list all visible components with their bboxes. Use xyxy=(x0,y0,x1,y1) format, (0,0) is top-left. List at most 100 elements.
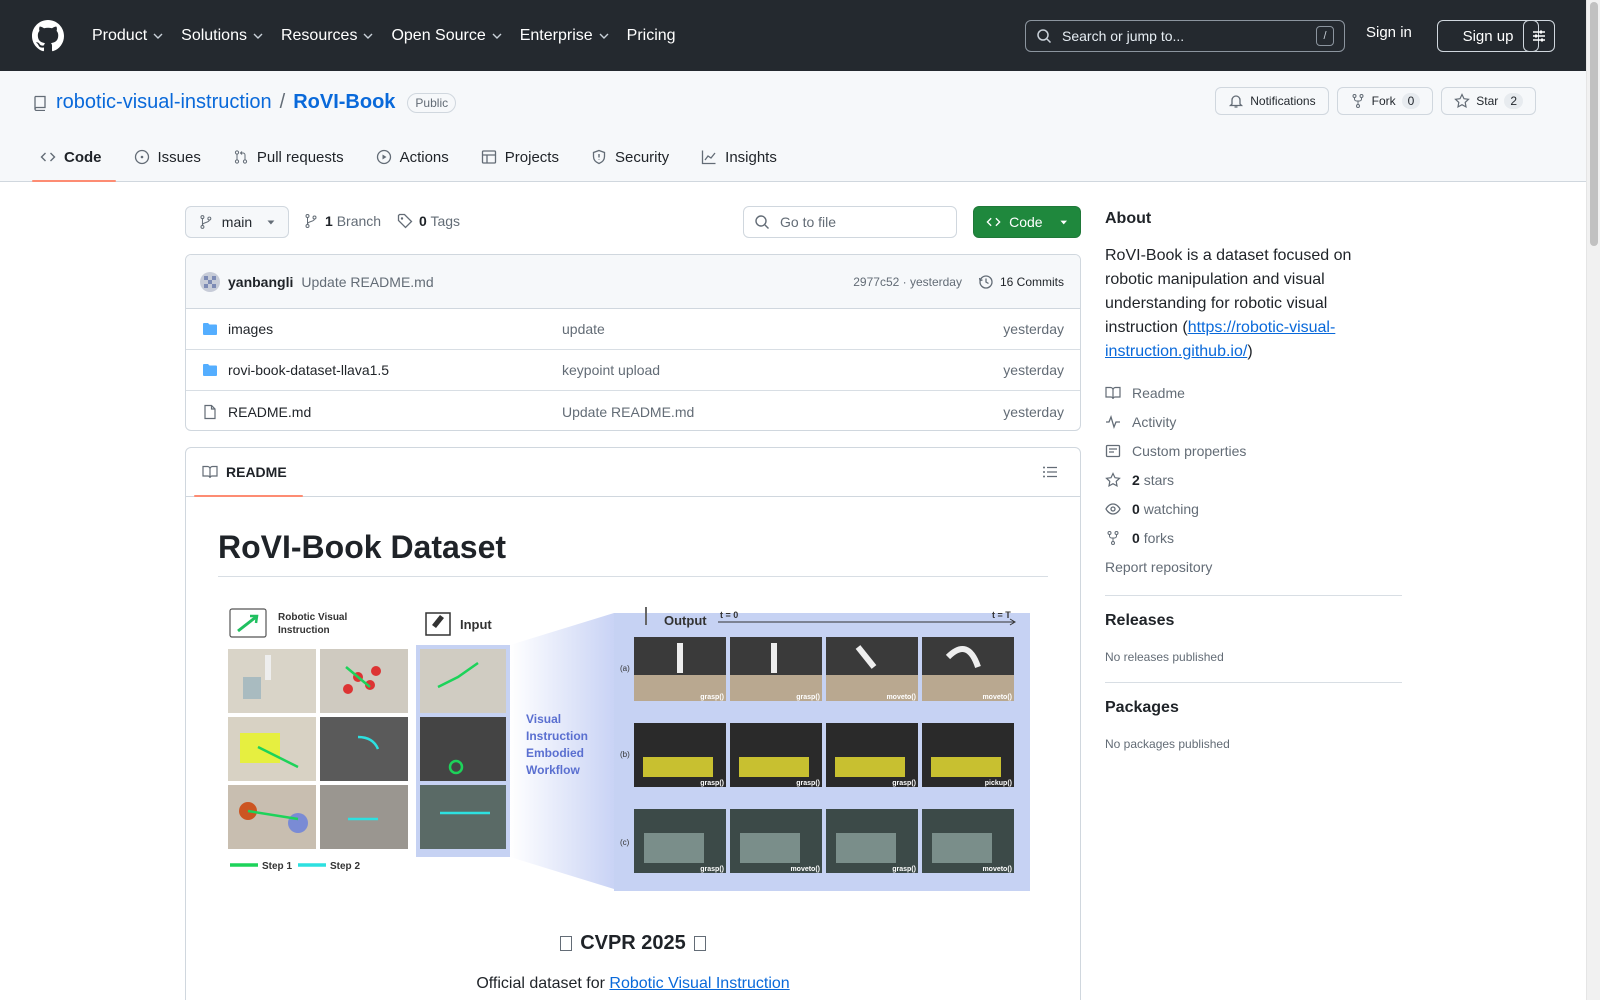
repo-name-link[interactable]: RoVI-Book xyxy=(293,91,395,114)
nav-open-source-label: Open Source xyxy=(391,26,486,44)
robotic-visual-instruction-panel: Robotic Visual Instruction Step 1 Step 2 xyxy=(228,608,408,872)
forks-link[interactable]: 0 forks xyxy=(1105,523,1402,552)
readme-tab-label: README xyxy=(226,464,287,480)
repo-separator: / xyxy=(279,91,286,113)
figure-legend-step2: Step 2 xyxy=(330,861,360,872)
figure-tT: t = T xyxy=(992,610,1011,620)
tab-issues-label: Issues xyxy=(157,148,201,166)
caret-down-icon xyxy=(267,220,275,225)
global-search-input[interactable]: Search or jump to... / xyxy=(1025,20,1345,52)
code-icon xyxy=(986,217,1001,227)
nav-solutions[interactable]: Solutions xyxy=(173,20,271,52)
search-icon xyxy=(755,215,769,229)
branch-selector[interactable]: main xyxy=(185,206,289,238)
commit-hash-time[interactable]: 2977c52 · yesterday xyxy=(853,275,962,289)
fork-button[interactable]: Fork 0 xyxy=(1336,87,1434,115)
divider xyxy=(1105,682,1402,683)
file-icon xyxy=(204,404,216,419)
figure-action-b4: pickup() xyxy=(985,780,1012,787)
identicon-icon xyxy=(204,275,216,288)
stars-link[interactable]: 2 stars xyxy=(1105,465,1402,494)
branches-link[interactable]: 1 Branch xyxy=(325,213,381,229)
divider xyxy=(1105,595,1402,596)
venue-text: CVPR 2025 xyxy=(580,932,686,954)
file-name-link[interactable]: README.md xyxy=(228,404,562,420)
branch-icon xyxy=(305,214,317,228)
watching-count: 0 xyxy=(1132,500,1140,517)
file-commit-message[interactable]: keypoint upload xyxy=(562,362,1003,378)
readme-link-label: Readme xyxy=(1132,384,1185,401)
file-commit-message[interactable]: update xyxy=(562,321,1003,337)
readme-title: RoVI-Book Dataset xyxy=(218,529,1048,577)
readme-link[interactable]: Readme xyxy=(1105,378,1402,407)
file-name-link[interactable]: images xyxy=(228,321,562,337)
branch-meta: 1 Branch 0 Tags xyxy=(303,213,460,229)
packages-heading[interactable]: Packages xyxy=(1105,699,1402,717)
nav-pricing[interactable]: Pricing xyxy=(619,20,684,52)
activity-label: Activity xyxy=(1132,413,1177,430)
official-link[interactable]: Robotic Visual Instruction xyxy=(609,975,789,992)
table-row[interactable]: images update yesterday xyxy=(186,309,1080,350)
avatar[interactable] xyxy=(200,271,220,292)
repo-sidebar: About RoVI-Book is a dataset focused on … xyxy=(1105,210,1402,751)
tab-security[interactable]: Security xyxy=(583,133,683,181)
scrollbar-thumb[interactable] xyxy=(1590,2,1598,246)
repo-tabs: Code Issues Pull requests Actions Projec… xyxy=(32,133,801,182)
tab-issues[interactable]: Issues xyxy=(126,133,215,181)
activity-link[interactable]: Activity xyxy=(1105,407,1402,436)
tab-projects[interactable]: Projects xyxy=(473,133,573,181)
nav-open-source[interactable]: Open Source xyxy=(383,20,509,52)
sliders-icon xyxy=(1533,30,1545,42)
figure-action-c3: grasp() xyxy=(892,866,916,873)
code-dropdown-button[interactable]: Code xyxy=(973,206,1081,238)
report-repository-link[interactable]: Report repository xyxy=(1105,552,1402,581)
figure-action-b3: grasp() xyxy=(892,780,916,787)
repo-owner-link[interactable]: robotic-visual-instruction xyxy=(56,91,272,114)
readme-tab[interactable]: README xyxy=(194,448,303,497)
table-row[interactable]: rovi-book-dataset-llava1.5 keypoint uplo… xyxy=(186,350,1080,391)
watchers-link[interactable]: 0 watching xyxy=(1105,494,1402,523)
file-name-link[interactable]: rovi-book-dataset-llava1.5 xyxy=(228,362,562,378)
table-icon xyxy=(481,150,496,164)
fork-label: Fork xyxy=(1371,94,1396,108)
tab-actions[interactable]: Actions xyxy=(368,133,463,181)
settings-menu-button[interactable] xyxy=(1523,20,1555,52)
outline-button[interactable] xyxy=(1036,458,1064,486)
issue-icon xyxy=(134,149,149,165)
commits-count: 16 Commits xyxy=(999,274,1064,289)
custom-properties-label: Custom properties xyxy=(1132,442,1247,459)
nav-product[interactable]: Product xyxy=(84,20,171,52)
folder-icon xyxy=(203,323,217,335)
chevron-down-icon xyxy=(599,33,609,39)
search-shortcut-hint: / xyxy=(1316,26,1334,46)
tab-insights[interactable]: Insights xyxy=(693,133,791,181)
packages-empty-text: No packages published xyxy=(1105,737,1230,751)
commit-author-link[interactable]: yanbangli xyxy=(228,274,293,290)
table-row[interactable]: README.md Update README.md yesterday xyxy=(186,391,1080,430)
tab-security-label: Security xyxy=(614,148,670,166)
figure-row-c: (c) xyxy=(620,838,630,847)
releases-heading[interactable]: Releases xyxy=(1105,612,1402,630)
readme-header: README xyxy=(186,448,1080,497)
nav-enterprise[interactable]: Enterprise xyxy=(512,20,617,52)
figure-action-a1: grasp() xyxy=(700,694,724,701)
commits-history-link[interactable]: 16 Commits xyxy=(978,274,1064,290)
file-commit-message[interactable]: Update README.md xyxy=(562,404,1003,420)
sign-in-link[interactable]: Sign in xyxy=(1366,24,1412,41)
list-icon xyxy=(1043,466,1057,478)
about-text-end: ) xyxy=(1247,343,1253,360)
pulse-icon xyxy=(1106,414,1120,429)
page-scrollbar[interactable] xyxy=(1586,0,1600,1000)
go-to-file-input[interactable]: Go to file xyxy=(743,206,957,238)
shield-icon xyxy=(592,149,606,165)
tags-link[interactable]: 0 Tags xyxy=(419,213,460,229)
notifications-button[interactable]: Notifications xyxy=(1215,87,1329,115)
branch-count: 1 xyxy=(325,213,333,229)
github-logo-icon[interactable] xyxy=(32,19,64,52)
custom-properties-link[interactable]: Custom properties xyxy=(1105,436,1402,465)
star-button[interactable]: Star 2 xyxy=(1441,87,1536,115)
commit-message-link[interactable]: Update README.md xyxy=(301,274,433,290)
tab-code[interactable]: Code xyxy=(32,133,116,182)
tab-pull-requests[interactable]: Pull requests xyxy=(225,133,358,181)
nav-resources[interactable]: Resources xyxy=(273,20,381,52)
